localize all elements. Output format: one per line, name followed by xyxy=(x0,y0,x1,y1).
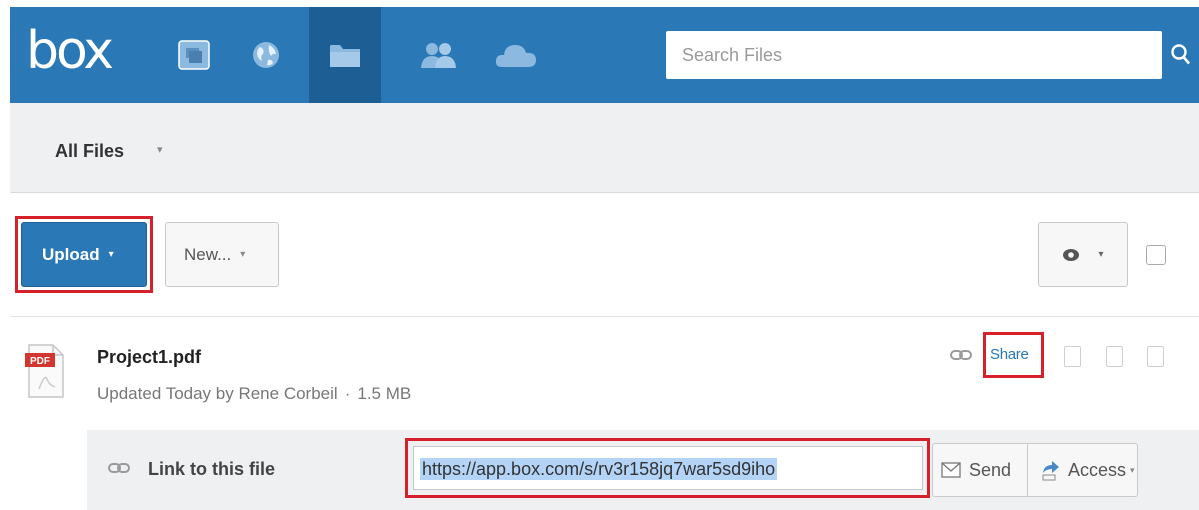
updates-nav-button[interactable] xyxy=(158,7,230,103)
cloud-nav-button[interactable] xyxy=(480,7,552,103)
link-icon xyxy=(950,350,972,360)
row-checkbox[interactable] xyxy=(1147,346,1164,367)
share-url-text[interactable]: https://app.box.com/s/rv3r158jq7war5sd9i… xyxy=(420,458,778,480)
access-share-icon xyxy=(1042,461,1059,481)
file-size: 1.5 MB xyxy=(357,384,412,403)
meta-separator: · xyxy=(344,384,351,403)
upload-button-label: Upload xyxy=(42,244,100,264)
upload-button[interactable]: Upload ▾ xyxy=(21,222,147,287)
more-options-icon[interactable] xyxy=(1106,346,1123,367)
share-link[interactable]: Share xyxy=(990,346,1029,363)
pdf-file-icon: PDF xyxy=(25,344,64,398)
new-button[interactable]: New... ▾ xyxy=(165,222,279,287)
top-navigation-bar: box xyxy=(10,7,1199,103)
search-button[interactable] xyxy=(1162,31,1199,79)
file-meta: Updated Today by Rene Corbeil · 1.5 MB xyxy=(97,384,411,404)
pdf-badge-text: PDF xyxy=(30,356,50,367)
people-nav-button[interactable] xyxy=(402,7,474,103)
chevron-down-icon: ▾ xyxy=(1130,464,1135,475)
link-icon xyxy=(108,463,130,473)
access-button-label: Access xyxy=(1068,459,1127,480)
access-button[interactable]: Access ▾ xyxy=(1028,443,1138,497)
search-input[interactable] xyxy=(666,31,1162,79)
file-name-link[interactable]: Project1.pdf xyxy=(97,347,201,368)
files-nav-button[interactable] xyxy=(309,7,381,103)
file-updated-text: Updated Today by Rene Corbeil xyxy=(97,384,338,403)
send-button-label: Send xyxy=(969,459,1012,480)
search-icon xyxy=(1170,44,1190,65)
eye-icon xyxy=(1063,248,1080,261)
search-box xyxy=(666,31,1162,79)
envelope-icon xyxy=(941,462,961,478)
send-button[interactable]: Send xyxy=(932,443,1028,497)
comment-icon[interactable] xyxy=(1064,346,1081,367)
chevron-down-icon: ▾ xyxy=(240,249,246,260)
select-all-checkbox[interactable] xyxy=(1146,245,1166,265)
view-options-button[interactable]: ▾ xyxy=(1038,222,1128,287)
divider xyxy=(10,316,1199,317)
updates-icon xyxy=(178,40,210,70)
new-button-label: New... xyxy=(184,244,232,264)
box-logo[interactable]: box xyxy=(26,23,114,79)
chevron-down-icon: ▾ xyxy=(1098,249,1104,260)
breadcrumb-bar: All Files ▾ xyxy=(10,103,1199,193)
cloud-icon xyxy=(495,45,536,67)
link-to-file-label: Link to this file xyxy=(148,459,276,479)
folder-icon xyxy=(330,45,360,67)
people-icon xyxy=(421,43,456,68)
globe-icon xyxy=(253,42,279,68)
chevron-down-icon: ▾ xyxy=(108,249,114,260)
breadcrumb-all-files[interactable]: All Files xyxy=(55,141,124,162)
chevron-down-icon[interactable]: ▾ xyxy=(157,143,163,156)
globe-nav-button[interactable] xyxy=(230,7,302,103)
